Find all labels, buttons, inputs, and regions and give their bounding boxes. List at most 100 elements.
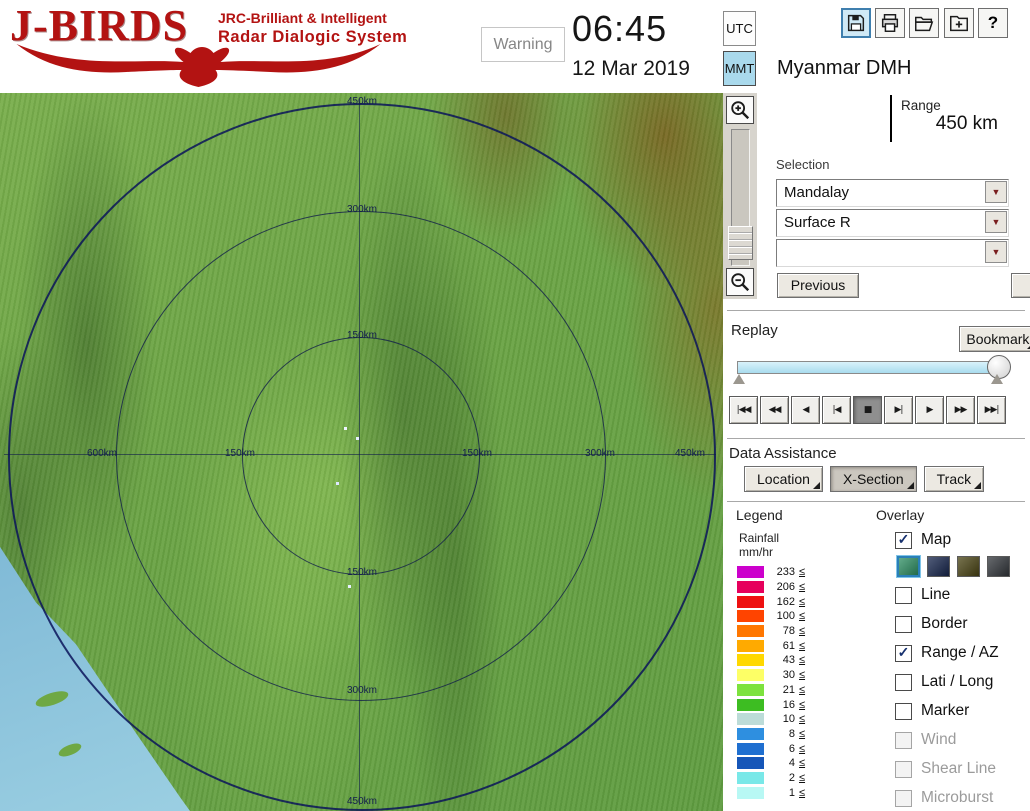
map-style-swatch[interactable] — [987, 556, 1010, 577]
legend-color-swatch — [737, 786, 764, 799]
help-button[interactable]: ? — [978, 8, 1008, 38]
replay-timeline-track[interactable] — [737, 361, 1008, 374]
overlay-item[interactable]: ✓ Microburst — [895, 788, 999, 808]
overlay-item[interactable]: ✓ Marker — [895, 701, 999, 721]
timeline-end-marker[interactable] — [991, 374, 1003, 384]
range-label: 600km — [86, 448, 117, 459]
zoom-slider-handle[interactable] — [728, 226, 753, 260]
logo-tagline-1: JRC-Brilliant & Intelligent — [218, 10, 387, 26]
transport-button[interactable]: |◀◀ — [729, 396, 758, 424]
site-select[interactable]: Mandalay ▼ — [776, 179, 1009, 207]
overlay-label: Overlay — [876, 507, 925, 523]
zoom-out-icon — [731, 273, 750, 292]
overlay-item-map[interactable]: ✓ Map — [895, 530, 951, 550]
timeline-start-marker[interactable] — [733, 374, 745, 384]
legend-entry: 2 ≤ — [737, 771, 805, 786]
overlay-item-label: Marker — [921, 702, 970, 719]
legend-color-swatch — [737, 742, 764, 755]
legend-value: 16 — [782, 698, 795, 711]
overlay-item-label: Line — [921, 586, 951, 603]
zoom-in-button[interactable] — [726, 96, 754, 124]
select-button[interactable]: Select — [1011, 272, 1030, 298]
previous-button[interactable]: Previous — [777, 272, 859, 298]
overlay-item[interactable]: ✓ Line — [895, 585, 999, 605]
legend-suffix: ≤ — [799, 595, 806, 608]
legend-color-swatch — [737, 654, 764, 667]
range-label: 150km — [346, 330, 377, 341]
zoom-out-button[interactable] — [726, 268, 754, 296]
legend-suffix: ≤ — [799, 698, 806, 711]
save-icon — [847, 14, 865, 32]
legend-entry: 16 ≤ — [737, 697, 805, 712]
legend-entry: 100 ≤ — [737, 609, 805, 624]
warning-indicator: Warning — [481, 27, 565, 62]
legend-entry: 61 ≤ — [737, 638, 805, 653]
legend-suffix: ≤ — [799, 581, 806, 594]
utc-button[interactable]: UTC — [723, 11, 756, 46]
legend-color-swatch — [737, 698, 764, 711]
map-style-swatch[interactable] — [927, 556, 950, 577]
help-icon: ? — [987, 13, 999, 32]
legend-value: 6 — [788, 742, 795, 755]
chevron-down-icon[interactable]: ▼ — [985, 241, 1007, 263]
overlay-item-label: Microburst — [921, 789, 994, 806]
site-select-value: Mandalay — [784, 184, 850, 201]
bookmark-button[interactable]: Bookmark — [958, 326, 1030, 352]
transport-button[interactable]: ▶▶| — [977, 396, 1006, 424]
transport-button[interactable]: ▶ — [915, 396, 944, 424]
checkbox[interactable]: ✓ — [895, 702, 912, 720]
transport-button[interactable]: ▶▶ — [946, 396, 975, 424]
separator — [727, 438, 1025, 439]
map-checkbox[interactable]: ✓ — [895, 531, 912, 549]
legend-entry: 78 ≤ — [737, 624, 805, 639]
checkbox[interactable]: ✓ — [895, 760, 912, 778]
chevron-down-icon[interactable]: ▼ — [985, 211, 1007, 233]
legend-unit-line1: Rainfall — [739, 531, 780, 545]
save-button[interactable] — [841, 8, 871, 38]
overlay-item[interactable]: ✓ Border — [895, 614, 999, 634]
new-window-button[interactable] — [944, 8, 974, 38]
legend-suffix: ≤ — [799, 727, 806, 740]
legend-value: 43 — [782, 654, 795, 667]
checkbox[interactable]: ✓ — [895, 586, 912, 604]
print-icon — [881, 14, 899, 32]
checkbox[interactable]: ✓ — [895, 789, 912, 807]
option-select[interactable]: ▼ — [776, 239, 1009, 267]
legend-color-swatch — [737, 713, 764, 726]
data-assistance-button[interactable]: X-Section — [829, 466, 917, 492]
legend-color-swatch — [737, 757, 764, 770]
transport-button[interactable]: |◀ — [822, 396, 851, 424]
legend-entry: 10 ≤ — [737, 712, 805, 727]
product-select[interactable]: Surface R ▼ — [776, 209, 1009, 237]
checkbox[interactable]: ✓ — [895, 731, 912, 749]
mmt-button[interactable]: MMT — [723, 51, 756, 86]
legend-entry: 43 ≤ — [737, 653, 805, 668]
range-label: 450km — [346, 796, 377, 807]
transport-button[interactable]: ◀◀ — [760, 396, 789, 424]
overlay-item[interactable]: ✓ Lati / Long — [895, 672, 999, 692]
data-assistance-button[interactable]: Track — [923, 466, 985, 492]
data-assistance-button[interactable]: Location — [744, 466, 823, 492]
checkbox[interactable]: ✓ — [895, 644, 912, 662]
legend-color-swatch — [737, 727, 764, 740]
transport-button[interactable]: ■ — [853, 396, 882, 424]
overlay-item[interactable]: ✓ Shear Line — [895, 759, 999, 779]
overlay-item[interactable]: ✓ Range / AZ — [895, 643, 999, 663]
legend-suffix: ≤ — [799, 771, 806, 784]
transport-button[interactable]: ◀ — [791, 396, 820, 424]
overlay-item[interactable]: ✓ Wind — [895, 730, 999, 750]
print-button[interactable] — [875, 8, 905, 38]
legend-value: 8 — [788, 727, 795, 740]
transport-button[interactable]: ▶| — [884, 396, 913, 424]
chevron-down-icon[interactable]: ▼ — [985, 181, 1007, 203]
checkbox[interactable]: ✓ — [895, 673, 912, 691]
legend-value: 10 — [782, 713, 795, 726]
checkbox[interactable]: ✓ — [895, 615, 912, 633]
map-style-swatch[interactable] — [957, 556, 980, 577]
open-button[interactable] — [909, 8, 939, 38]
map-style-swatch[interactable] — [896, 555, 921, 578]
legend-color-swatch — [737, 581, 764, 594]
radar-map[interactable]: 450km 300km 150km 150km 300km 450km 600k… — [0, 93, 723, 811]
data-assistance-buttons: Location X-Section Track — [744, 466, 985, 492]
product-select-value: Surface R — [784, 214, 851, 231]
